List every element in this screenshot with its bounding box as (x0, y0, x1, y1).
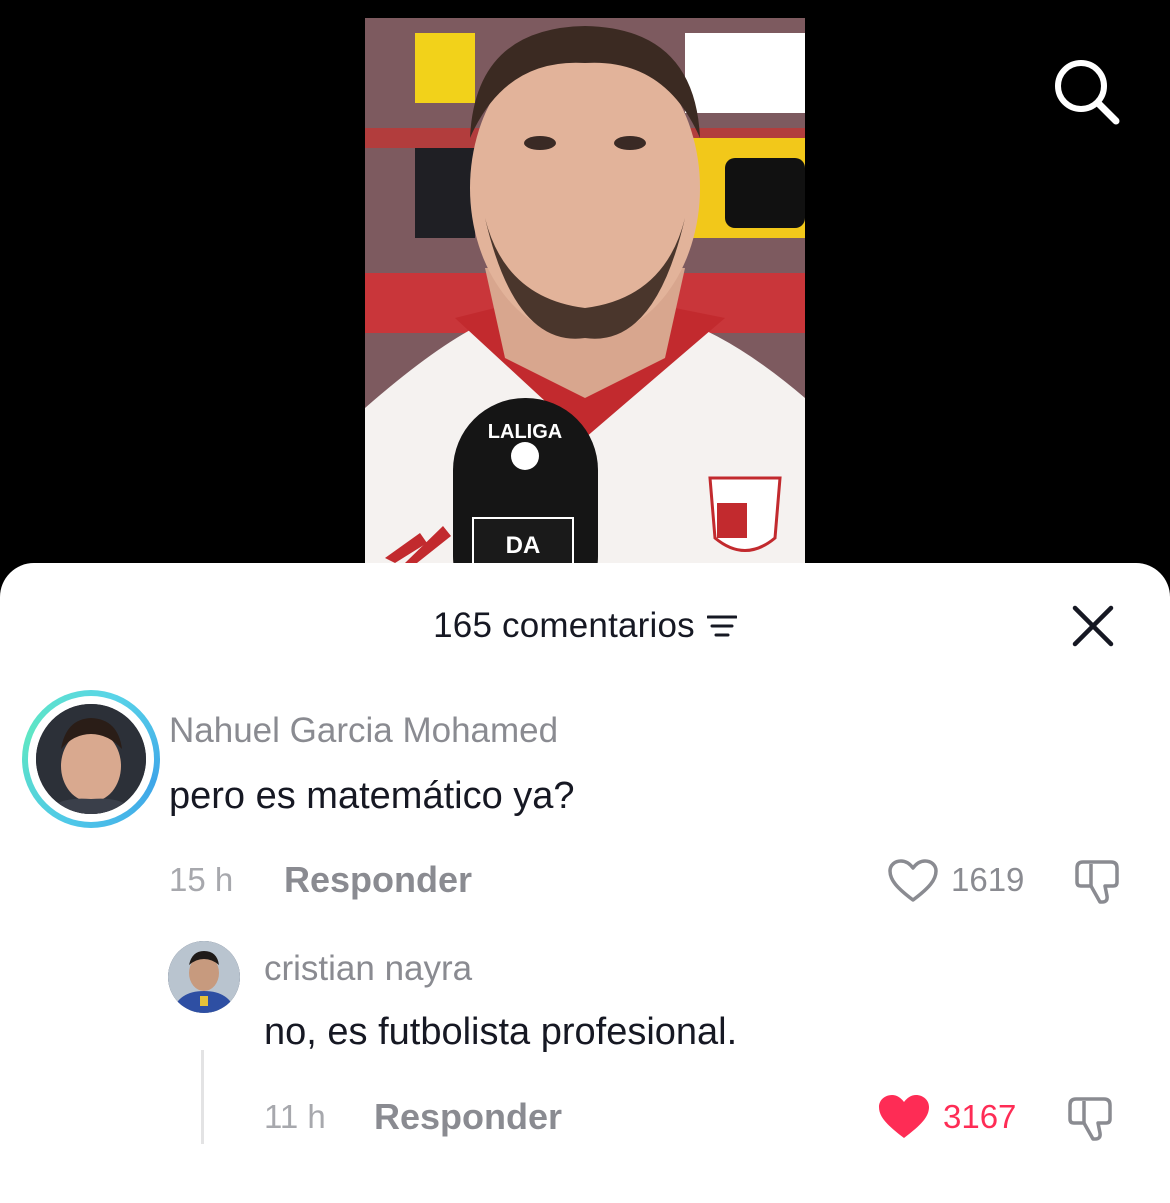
search-icon (1055, 60, 1120, 125)
like-button[interactable] (887, 858, 939, 909)
comments-sheet: 165 comentarios Nahuel Garcia Mohamed pe… (0, 563, 1170, 1203)
comments-header: 165 comentarios (0, 601, 1170, 651)
reply-timestamp: 11 h (264, 1098, 326, 1135)
svg-text:LALIGA: LALIGA (488, 421, 562, 443)
svg-text:DA: DA (506, 532, 541, 559)
like-count: 1619 (951, 861, 1025, 898)
close-icon (1072, 605, 1114, 647)
reply-text: no, es futbolista profesional. (264, 1011, 738, 1053)
like-count: 3167 (943, 1098, 1017, 1135)
reply-button[interactable]: Responder (284, 859, 472, 901)
like-button[interactable] (877, 1093, 931, 1146)
comment-timestamp: 15 h (169, 861, 234, 898)
dislike-button[interactable] (1073, 856, 1125, 913)
dislike-button[interactable] (1066, 1093, 1118, 1150)
reply-username[interactable]: cristian nayra (264, 949, 472, 989)
comment-username[interactable]: Nahuel Garcia Mohamed (169, 711, 558, 751)
heart-filled-icon (879, 1095, 929, 1138)
thumbs-down-icon (1075, 860, 1119, 904)
reply-avatar[interactable] (168, 941, 240, 1013)
video-thumbnail[interactable]: LALIGA DA (365, 18, 805, 563)
close-button[interactable] (1070, 603, 1116, 649)
video-player[interactable]: LALIGA DA (0, 0, 1170, 600)
thumbs-down-icon (1068, 1097, 1112, 1141)
comment-text: pero es matemático ya? (169, 775, 575, 817)
reply-button[interactable]: Responder (374, 1096, 562, 1138)
sort-button[interactable] (706, 613, 738, 639)
sort-lines-icon (706, 615, 738, 637)
thread-line (201, 1050, 204, 1144)
comment-count: 165 comentarios (433, 606, 695, 645)
avatar[interactable] (36, 704, 146, 814)
heart-outline-icon (888, 859, 938, 902)
search-button[interactable] (1050, 55, 1122, 127)
